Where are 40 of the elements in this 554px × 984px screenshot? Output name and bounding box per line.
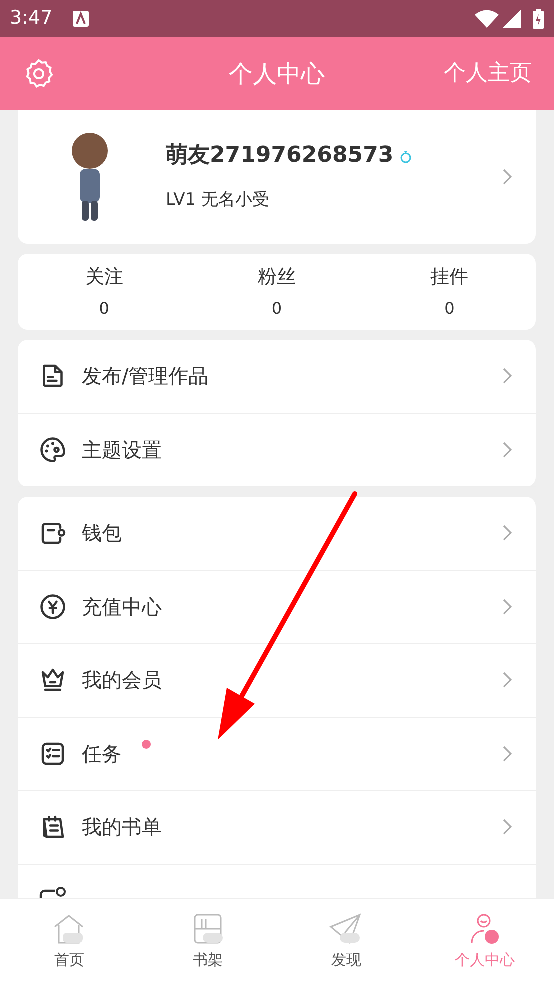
chevron-right-icon <box>502 744 514 764</box>
menu-item[interactable]: 主题设置 <box>18 414 536 487</box>
menu-label: 发布/管理作品 <box>82 363 209 390</box>
chevron-right-icon <box>502 523 514 544</box>
profile-card[interactable]: 萌友271976268573 LV1 无名小受 <box>18 109 536 244</box>
user-level: LV1 无名小受 <box>166 189 270 212</box>
chevron-right-icon <box>502 596 514 617</box>
menu-item[interactable]: 发布/管理作品 <box>18 340 536 414</box>
battery-icon <box>533 8 544 28</box>
page-title: 个人中心 <box>229 58 325 90</box>
yen-coin-icon <box>38 592 68 622</box>
menu-label: 任务 <box>82 740 122 768</box>
stat-count: 0 <box>99 298 110 320</box>
stat-count: 0 <box>444 298 455 320</box>
username: 萌友271976268573 <box>166 142 394 170</box>
chevron-right-icon <box>502 440 514 460</box>
stat-count: 0 <box>272 298 282 320</box>
menu-item[interactable]: 钱包 <box>18 497 536 570</box>
stat-label[interactable]: 粉丝 <box>258 262 296 292</box>
menu-label: 我的会员 <box>82 667 162 694</box>
menu-label: 充值中心 <box>82 594 162 621</box>
stat-label[interactable]: 挂件 <box>430 262 469 292</box>
chevron-right-icon <box>502 166 514 186</box>
menu-label: 钱包 <box>82 520 122 548</box>
chevron-right-icon <box>502 670 514 690</box>
nav-tab[interactable]: 发现 <box>277 899 416 984</box>
notification-icon <box>72 10 89 26</box>
nav-tab[interactable]: 首页 <box>0 899 138 984</box>
palette-icon <box>38 434 68 465</box>
menu-label: 主题设置 <box>82 436 162 464</box>
stat-label[interactable]: 关注 <box>85 262 124 292</box>
chevron-right-icon <box>502 817 514 838</box>
menu-item[interactable]: 充值中心 <box>18 570 536 644</box>
menu-item[interactable]: 我的书单 <box>18 791 536 864</box>
wifi-icon <box>475 10 499 28</box>
chevron-right-icon <box>502 366 514 386</box>
menu-label: 我的书单 <box>82 814 162 842</box>
signal-icon <box>503 10 521 28</box>
status-time: 3:47 <box>10 6 53 32</box>
nav-tab[interactable]: 书架 <box>138 899 277 984</box>
